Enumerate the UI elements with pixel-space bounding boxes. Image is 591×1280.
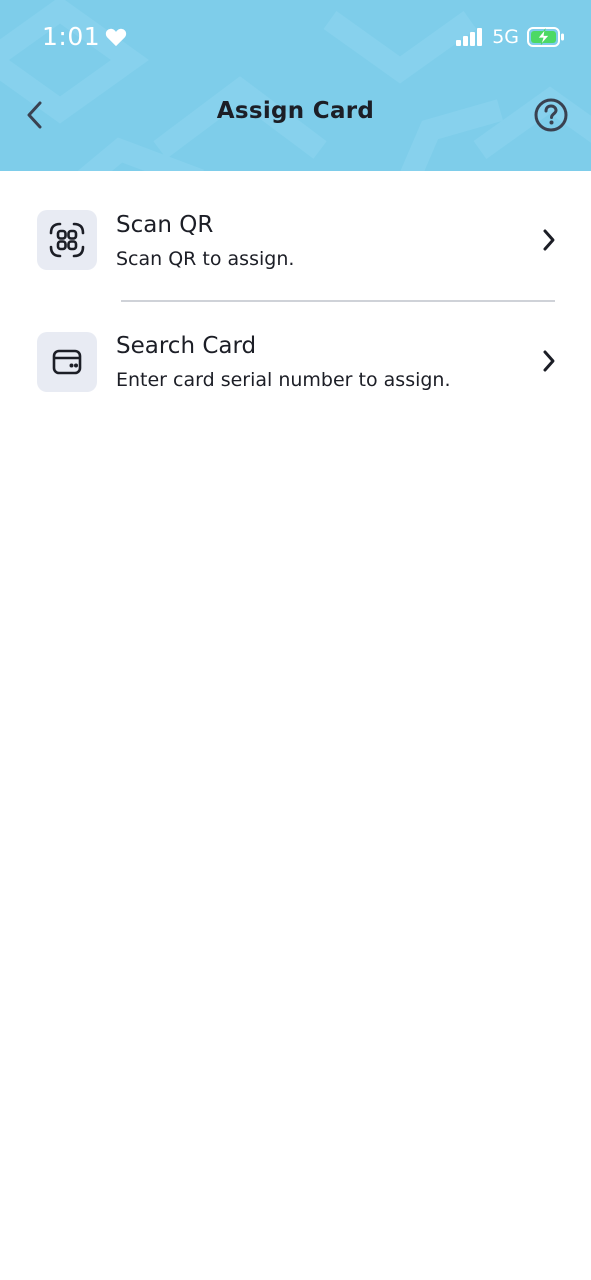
qr-scan-icon [49,222,85,258]
scan-qr-icon-tile [37,210,97,270]
clock: 1:01 [42,22,127,51]
navigation-bar: Assign Card [0,85,591,145]
scan-qr-title: Scan QR [116,212,214,238]
search-card-title: Search Card [116,333,257,359]
signal-icon [456,28,483,46]
chevron-right-icon [543,350,555,372]
status-bar: 1:01 5G [0,0,591,76]
card-icon [52,349,82,375]
clock-time: 1:01 [42,22,101,51]
search-card-subtitle: Enter card serial number to assign. [116,369,451,391]
help-circle-icon [534,98,568,132]
list-item-search-card[interactable]: Search Card Enter card serial number to … [0,301,591,421]
heart-icon [105,28,127,46]
list-item-scan-qr[interactable]: Scan QR Scan QR to assign. [0,171,591,291]
search-card-icon-tile [37,332,97,392]
scan-qr-subtitle: Scan QR to assign. [116,248,295,270]
page-title: Assign Card [216,98,375,124]
battery-charging-icon [527,27,564,47]
network-type: 5G [492,26,519,48]
app-header: 1:01 5G Assign Card [0,0,591,171]
help-button[interactable] [533,97,569,133]
status-indicators: 5G [456,26,565,48]
chevron-right-icon [543,229,555,251]
